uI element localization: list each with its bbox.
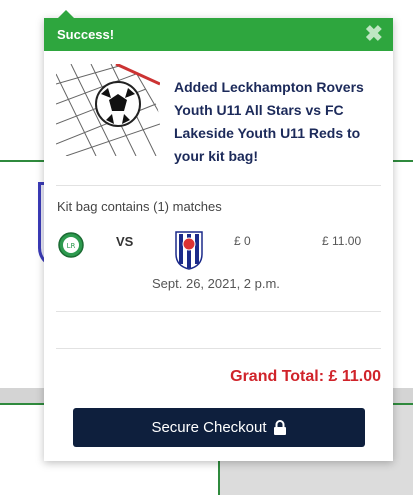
- added-message-row: Added Leckhampton Rovers Youth U11 All S…: [56, 64, 381, 164]
- checkout-label: Secure Checkout: [151, 419, 267, 436]
- close-icon[interactable]: ✖: [365, 22, 383, 46]
- kit-bag-success-popup: Success! ✖ Added Leckhampton Rovers Yout…: [44, 10, 393, 461]
- secure-checkout-button[interactable]: Secure Checkout: [73, 408, 365, 447]
- kit-bag-count: Kit bag contains (1) matches: [57, 199, 222, 214]
- divider: [56, 185, 381, 186]
- away-team-crest-icon: [175, 231, 203, 270]
- home-team-crest-icon: LR: [58, 232, 84, 258]
- lock-icon: [273, 420, 286, 435]
- football-net-icon: [56, 64, 160, 156]
- match-price-a: £ 0: [234, 234, 251, 248]
- match-price-b: £ 11.00: [322, 234, 362, 248]
- grand-total: Grand Total: £ 11.00: [230, 368, 381, 385]
- added-message: Added Leckhampton Rovers Youth U11 All S…: [174, 79, 364, 164]
- match-date: Sept. 26, 2021, 2 p.m.: [152, 276, 280, 291]
- popup-header: Success! ✖: [44, 18, 393, 51]
- divider: [56, 348, 381, 349]
- svg-text:LR: LR: [67, 242, 76, 250]
- divider: [56, 311, 381, 312]
- vs-label: VS: [116, 234, 134, 249]
- match-row: LR VS £ 0 £ 11.00 Sept. 26, 2021, 2 p.m.: [56, 228, 381, 291]
- popup-caret: [58, 10, 74, 18]
- popup-title: Success!: [57, 27, 115, 42]
